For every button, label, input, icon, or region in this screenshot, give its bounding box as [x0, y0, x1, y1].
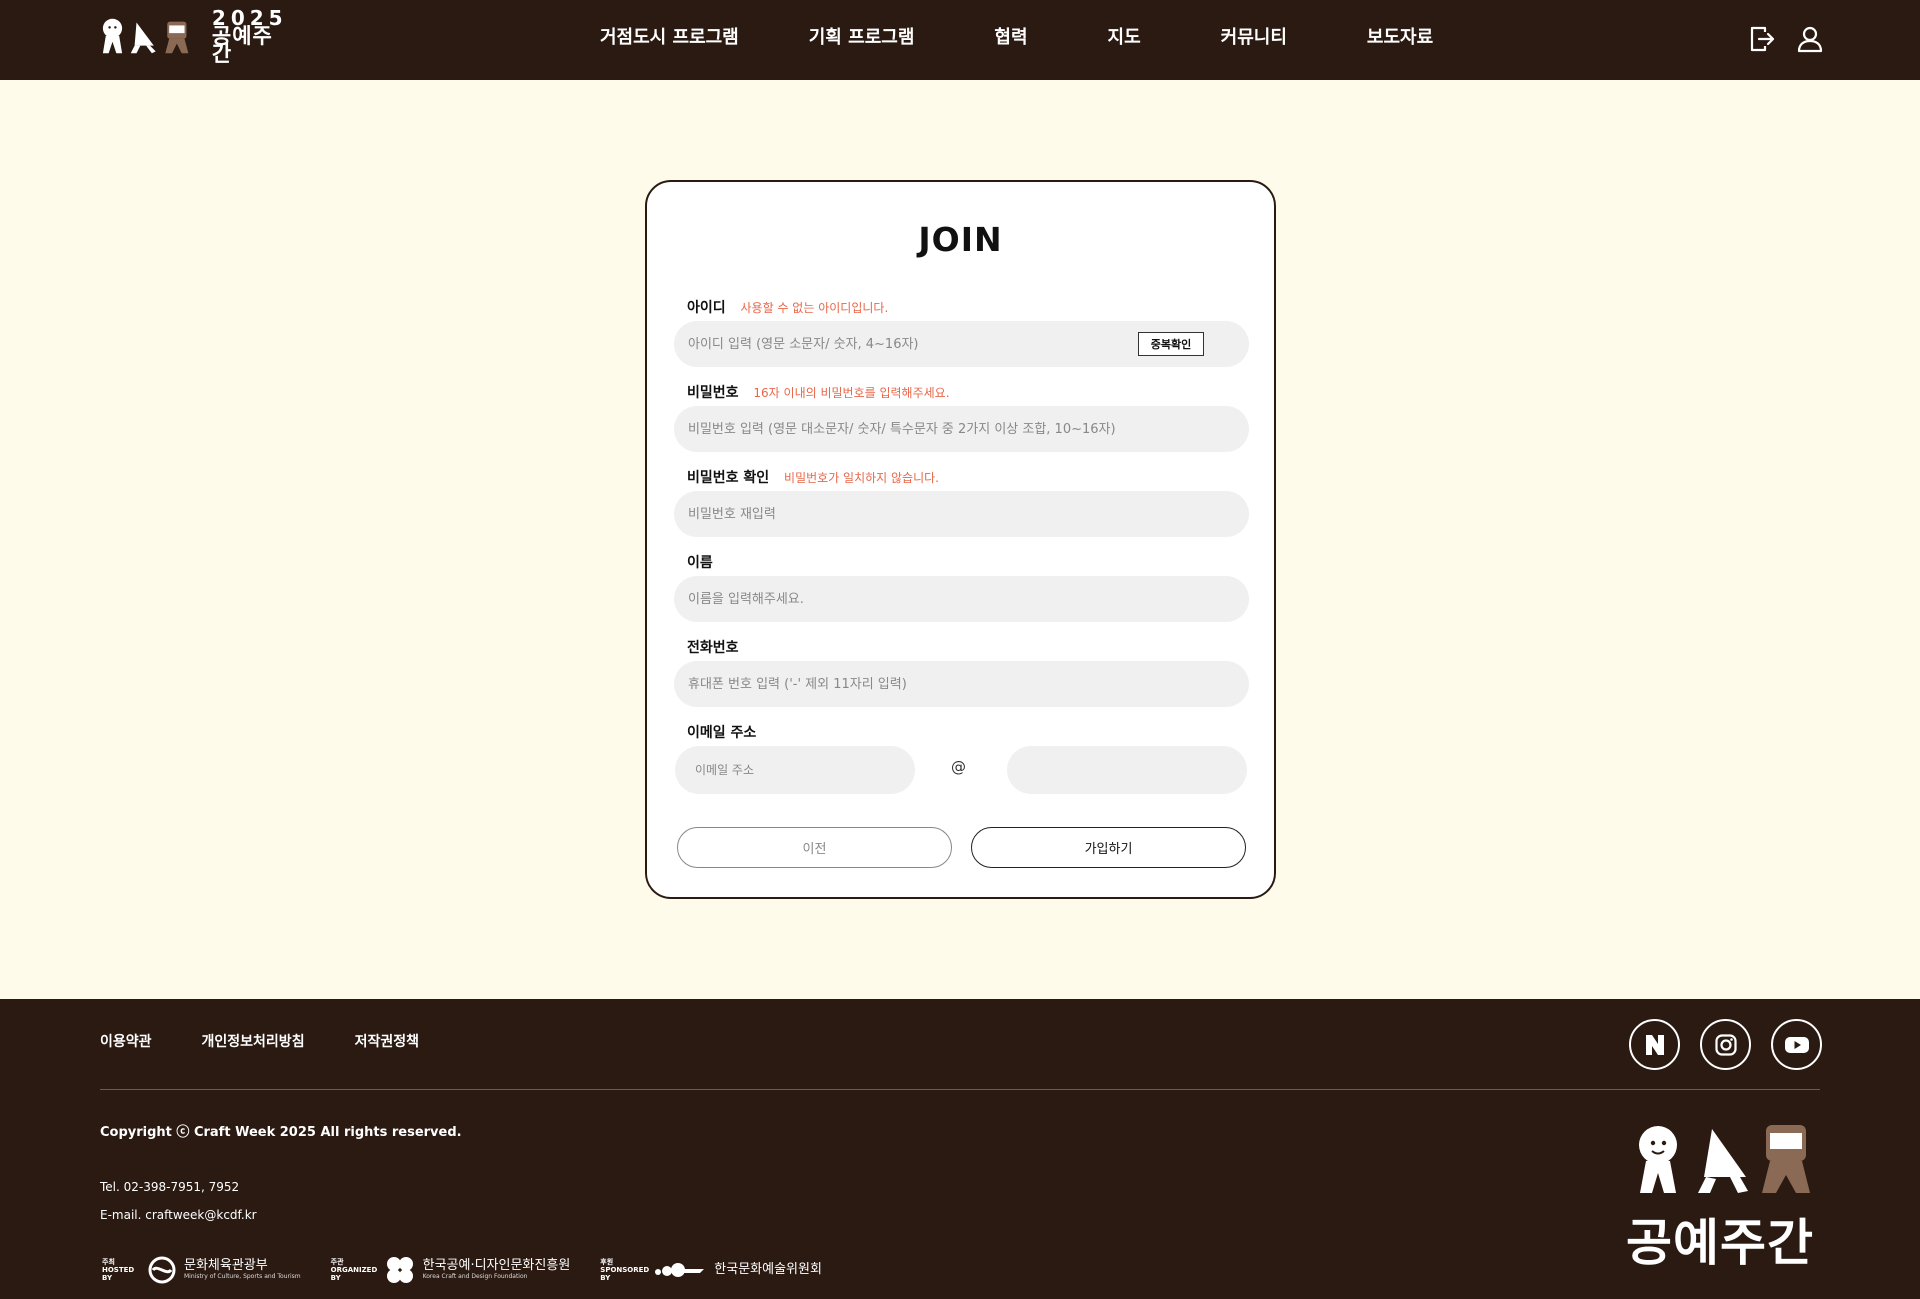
partner-organized-tag: 주관 ORGANIZED BY [330, 1258, 378, 1282]
id-error-message: 사용할 수 없는 아이디입니다. [740, 301, 889, 315]
partner-hosted-sub: Ministry of Culture, Sports and Tourism [184, 1273, 301, 1280]
partner-sponsored: 후원 SPONSORED BY 한국문화예술위원회 [600, 1258, 822, 1282]
partner-hosted: 주최 HOSTED BY 문화체육관광부 Ministry of Culture… [102, 1256, 301, 1284]
password-confirm-label: 비밀번호 확인 [687, 470, 770, 486]
kcdf-emblem-icon [386, 1257, 413, 1283]
site-logo[interactable]: 2025 공예주간 [100, 8, 290, 65]
naver-link[interactable] [1629, 1019, 1680, 1070]
nav-item-hub-city-program[interactable]: 거점도시 프로그램 [600, 23, 739, 49]
partner-organized-name: 한국공예·디자인문화진흥원 [422, 1258, 571, 1273]
footer-logo-name: 공예주간 [1626, 1214, 1814, 1272]
user-icon[interactable] [1796, 24, 1824, 54]
instagram-icon [1714, 1033, 1737, 1056]
partner-sponsored-tag: 후원 SPONSORED BY [600, 1258, 650, 1282]
ministry-emblem-icon [148, 1256, 176, 1284]
password-confirm-label-row: 비밀번호 확인 비밀번호가 일치하지 않습니다. [687, 467, 939, 487]
mascot-icon [102, 18, 189, 54]
password-error-message: 16자 이내의 비밀번호를 입력해주세요. [753, 386, 950, 400]
contact-email: E-mail. craftweek@kcdf.kr [100, 1208, 257, 1222]
header-icons [1748, 24, 1824, 54]
site-footer: 이용약관 개인정보처리방침 저작권정책 Copyright ⓒ Craft We… [0, 999, 1920, 1299]
footer-mascot-icon [1639, 1125, 1810, 1193]
password-confirm-input[interactable] [674, 491, 1249, 537]
footer-links: 이용약관 개인정보처리방침 저작권정책 [100, 1031, 419, 1051]
email-domain-input[interactable] [1007, 746, 1247, 794]
email-label: 이메일 주소 [687, 725, 757, 741]
previous-button[interactable]: 이전 [677, 827, 952, 868]
join-submit-button[interactable]: 가입하기 [971, 827, 1246, 868]
nav-item-map[interactable]: 지도 [1108, 23, 1141, 49]
logout-icon[interactable] [1748, 24, 1776, 54]
partner-organized-sub: Korea Craft and Design Foundation [422, 1273, 528, 1280]
social-links [1629, 1019, 1822, 1070]
contact-tel: Tel. 02-398-7951, 7952 [100, 1180, 240, 1194]
password-input[interactable] [674, 406, 1249, 452]
partner-logos: 주최 HOSTED BY 문화체육관광부 Ministry of Culture… [102, 1255, 822, 1285]
name-input[interactable] [674, 576, 1249, 622]
form-title: JOIN [918, 220, 1003, 259]
copyright-text: Copyright ⓒ Craft Week 2025 All rights r… [100, 1125, 462, 1140]
partner-organized: 주관 ORGANIZED BY 한국공예·디자인문화진흥원 Korea Craf… [330, 1255, 571, 1285]
join-form-card: JOIN 아이디 사용할 수 없는 아이디입니다. 중복확인 비밀번호 16자 … [645, 180, 1276, 899]
nav-item-cooperation[interactable]: 협력 [994, 23, 1027, 49]
naver-icon [1645, 1034, 1664, 1055]
footer-logo: 공예주간 [1620, 1121, 1820, 1272]
logo-name: 공예주간 [211, 24, 273, 66]
phone-input[interactable] [674, 661, 1249, 707]
email-at-sign: @ [951, 758, 966, 776]
password-label-row: 비밀번호 16자 이내의 비밀번호를 입력해주세요. [687, 382, 950, 402]
nav-item-press[interactable]: 보도자료 [1367, 23, 1433, 49]
footer-link-terms[interactable]: 이용약관 [100, 1031, 152, 1051]
youtube-icon [1784, 1036, 1809, 1053]
site-header: 2025 공예주간 거점도시 프로그램 기획 프로그램 협력 지도 커뮤니티 보… [0, 0, 1920, 80]
nav-item-planned-program[interactable]: 기획 프로그램 [809, 23, 915, 49]
instagram-link[interactable] [1700, 1019, 1751, 1070]
name-label: 이름 [687, 555, 713, 571]
id-label-row: 아이디 사용할 수 없는 아이디입니다. [687, 297, 888, 317]
partner-hosted-tag: 주최 HOSTED BY [102, 1258, 135, 1282]
arko-emblem-icon [655, 1263, 705, 1277]
partner-hosted-name: 문화체육관광부 [184, 1258, 268, 1273]
main-nav: 거점도시 프로그램 기획 프로그램 협력 지도 커뮤니티 보도자료 [600, 0, 1433, 72]
logo-text: 2025 공예주간 [211, 8, 290, 66]
id-label: 아이디 [687, 300, 726, 316]
footer-divider [100, 1089, 1820, 1090]
password-confirm-error-message: 비밀번호가 일치하지 않습니다. [784, 471, 939, 485]
phone-label: 전화번호 [687, 640, 739, 656]
footer-link-privacy[interactable]: 개인정보처리방침 [202, 1031, 305, 1051]
nav-item-community[interactable]: 커뮤니티 [1221, 23, 1287, 49]
footer-link-copyright[interactable]: 저작권정책 [355, 1031, 419, 1051]
partner-sponsored-name: 한국문화예술위원회 [714, 1262, 822, 1277]
duplicate-check-button[interactable]: 중복확인 [1138, 332, 1204, 356]
password-label: 비밀번호 [687, 385, 739, 401]
youtube-link[interactable] [1771, 1019, 1822, 1070]
email-local-input[interactable] [675, 746, 915, 794]
